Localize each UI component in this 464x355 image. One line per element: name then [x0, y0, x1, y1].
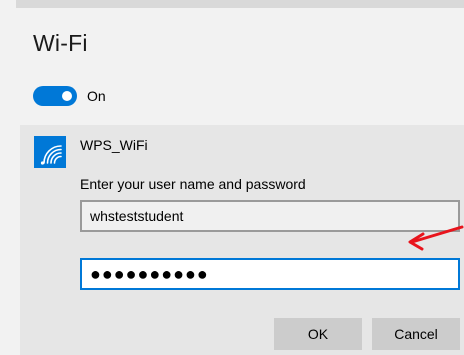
ok-button[interactable]: OK: [274, 318, 362, 350]
wifi-toggle[interactable]: [33, 86, 77, 106]
window-top-edge-corner: [0, 0, 16, 8]
cancel-button[interactable]: Cancel: [372, 318, 460, 350]
network-name: WPS_WiFi: [80, 137, 148, 153]
window-top-edge: [0, 0, 464, 8]
username-field[interactable]: [80, 200, 460, 232]
page-title: Wi-Fi: [33, 30, 88, 56]
toggle-knob: [62, 91, 72, 101]
credentials-prompt: Enter your user name and password: [80, 176, 306, 192]
wifi-toggle-label: On: [87, 88, 106, 104]
password-field[interactable]: [80, 258, 460, 290]
wifi-signal-icon: [34, 136, 66, 168]
